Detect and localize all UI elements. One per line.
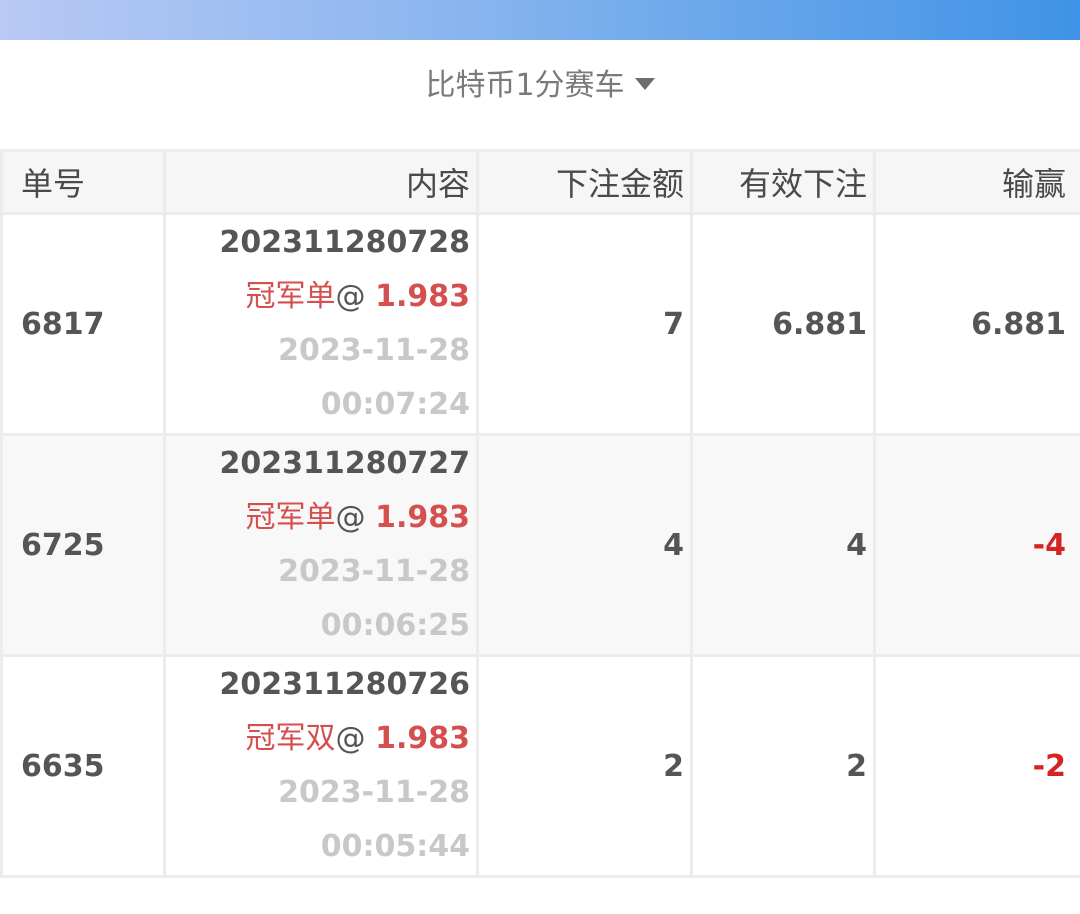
bet-content: 202311280727 冠军单@ 1.983 2023-11-28 00:06…	[163, 433, 479, 657]
table-row: 6725 202311280727 冠军单@ 1.983 2023-11-28 …	[0, 433, 1080, 657]
bet-time: 00:06:25	[320, 608, 470, 643]
order-id: 6817	[0, 212, 166, 436]
order-id: 6725	[0, 433, 166, 657]
bet-amount: 2	[476, 654, 693, 878]
bet-date: 2023-11-28	[278, 554, 470, 589]
issue-number: 202311280728	[219, 225, 471, 260]
bet-type: 冠军单	[245, 500, 336, 535]
lottery-selector[interactable]: 比特币1分赛车	[0, 40, 1080, 124]
issue-number: 202311280726	[219, 667, 471, 702]
header-win-loss: 输赢	[873, 149, 1080, 215]
top-banner	[0, 0, 1080, 40]
odds: 1.983	[375, 721, 470, 756]
at-sign: @	[335, 279, 376, 314]
win-loss: -2	[873, 654, 1080, 878]
lottery-name: 比特币1分赛车	[425, 68, 625, 103]
win-loss: 6.881	[873, 212, 1080, 436]
bet-date: 2023-11-28	[278, 775, 470, 810]
bet-records-table-wrap: 单号 内容 下注金额 有效下注 输赢 6817 202311280728 冠军单…	[0, 149, 1080, 878]
valid-bet: 4	[690, 433, 876, 657]
bet-type: 冠军单	[245, 279, 336, 314]
bet-time: 00:07:24	[320, 387, 470, 422]
table-row: 6635 202311280726 冠军双@ 1.983 2023-11-28 …	[0, 654, 1080, 878]
bet-amount: 4	[476, 433, 693, 657]
header-id: 单号	[0, 149, 166, 215]
bet-date: 2023-11-28	[278, 333, 470, 368]
bet-time: 00:05:44	[320, 829, 470, 864]
issue-number: 202311280727	[219, 446, 471, 481]
bet-content: 202311280728 冠军单@ 1.983 2023-11-28 00:07…	[163, 212, 479, 436]
valid-bet: 6.881	[690, 212, 876, 436]
odds: 1.983	[375, 279, 470, 314]
table-header-row: 单号 内容 下注金额 有效下注 输赢	[0, 149, 1080, 215]
bet-records-table: 单号 内容 下注金额 有效下注 输赢 6817 202311280728 冠军单…	[0, 149, 1080, 878]
header-content: 内容	[163, 149, 479, 215]
valid-bet: 2	[690, 654, 876, 878]
odds: 1.983	[375, 500, 470, 535]
bet-amount: 7	[476, 212, 693, 436]
order-id: 6635	[0, 654, 166, 878]
bet-type: 冠军双	[245, 721, 336, 756]
at-sign: @	[335, 721, 376, 756]
bet-content: 202311280726 冠军双@ 1.983 2023-11-28 00:05…	[163, 654, 479, 878]
table-row: 6817 202311280728 冠军单@ 1.983 2023-11-28 …	[0, 212, 1080, 436]
at-sign: @	[335, 500, 376, 535]
caret-down-icon	[634, 78, 655, 90]
win-loss: -4	[873, 433, 1080, 657]
header-amount: 下注金额	[476, 149, 693, 215]
header-valid-bet: 有效下注	[690, 149, 876, 215]
